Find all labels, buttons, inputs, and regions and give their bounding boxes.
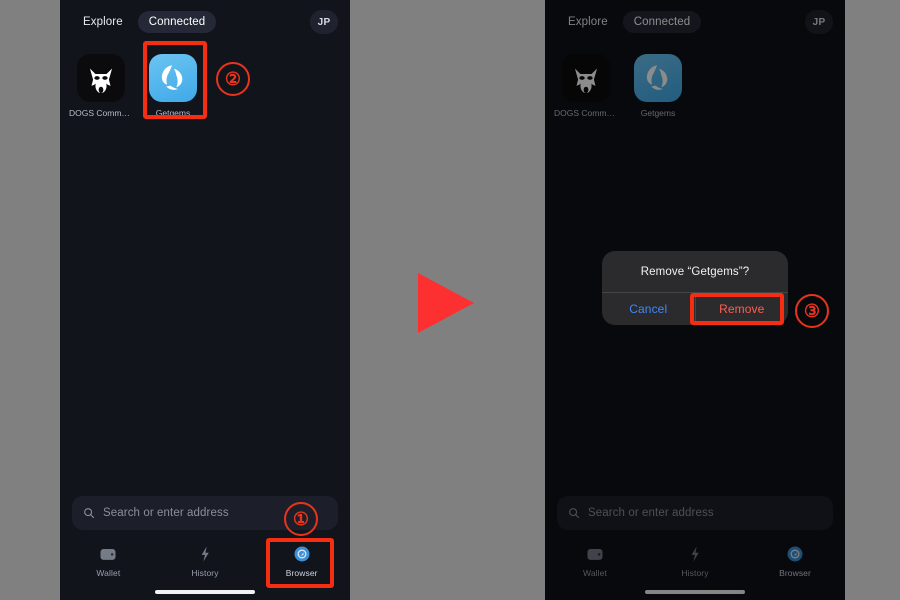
nav-label: Browser <box>779 568 811 578</box>
step-marker-2: ② <box>216 62 250 96</box>
app-tile-getgems[interactable]: Getgems <box>142 50 204 118</box>
nav-item-browser[interactable]: Browser <box>745 544 845 578</box>
nav-label: Wallet <box>96 568 121 578</box>
dogs-icon <box>77 54 125 102</box>
search-icon <box>569 508 580 519</box>
right-segmented-tabs: Explore Connected <box>557 11 702 33</box>
compass-icon <box>787 546 803 562</box>
history-icon <box>201 546 209 562</box>
transition-arrow-icon <box>418 273 474 333</box>
search-input[interactable]: Search or enter address <box>557 496 833 530</box>
nav-item-wallet[interactable]: Wallet <box>60 544 157 578</box>
dogs-icon <box>562 54 610 102</box>
nav-item-history[interactable]: History <box>157 544 254 578</box>
nav-item-wallet[interactable]: Wallet <box>545 544 645 578</box>
wallet-icon <box>100 549 116 560</box>
remove-button[interactable]: Remove <box>696 293 789 325</box>
history-icon <box>691 546 699 562</box>
step-marker-3: ③ <box>795 294 829 328</box>
left-topbar: Explore Connected JP <box>60 0 350 44</box>
left-bottom-nav: Wallet History Browser <box>60 540 350 600</box>
left-app-grid: DOGS Commu... Getgems <box>60 44 350 118</box>
nav-item-browser[interactable]: Browser <box>253 544 350 578</box>
right-bottom-nav: Wallet History Browser <box>545 540 845 600</box>
nav-label: History <box>191 568 219 578</box>
app-tile-dogs[interactable]: DOGS Commu... <box>554 50 618 118</box>
nav-label: Wallet <box>583 568 607 578</box>
right-app-grid: DOGS Commu... Getgems <box>545 44 845 118</box>
step-marker-1: ① <box>284 502 318 536</box>
remove-confirmation-dialog: Remove “Getgems”? Cancel Remove <box>602 251 788 325</box>
dialog-title: Remove “Getgems”? <box>640 266 750 278</box>
home-indicator <box>155 590 255 594</box>
search-icon <box>84 508 95 519</box>
avatar[interactable]: JP <box>805 10 833 34</box>
compass-icon <box>294 546 310 562</box>
getgems-icon <box>634 54 682 102</box>
nav-label: Browser <box>285 568 318 578</box>
search-placeholder: Search or enter address <box>588 507 714 519</box>
app-label: DOGS Commu... <box>554 108 618 118</box>
avatar[interactable]: JP <box>310 10 338 34</box>
tab-connected[interactable]: Connected <box>622 11 702 33</box>
nav-label: History <box>681 568 709 578</box>
home-indicator <box>645 590 745 594</box>
search-placeholder: Search or enter address <box>103 507 229 519</box>
left-content-spacer <box>60 118 350 496</box>
left-segmented-tabs: Explore Connected <box>72 11 217 33</box>
cancel-button[interactable]: Cancel <box>602 293 695 325</box>
tab-connected[interactable]: Connected <box>137 11 217 33</box>
right-topbar: Explore Connected JP <box>545 0 845 44</box>
getgems-icon <box>149 54 197 102</box>
dialog-actions: Cancel Remove <box>602 292 788 325</box>
wallet-icon <box>587 549 603 560</box>
tab-explore[interactable]: Explore <box>557 11 619 33</box>
app-label: Getgems <box>640 108 676 118</box>
nav-item-history[interactable]: History <box>645 544 745 578</box>
app-tile-getgems[interactable]: Getgems <box>627 50 689 118</box>
tab-explore[interactable]: Explore <box>72 11 134 33</box>
app-tile-dogs[interactable]: DOGS Commu... <box>69 50 133 118</box>
app-label: Getgems <box>155 108 191 118</box>
app-label: DOGS Commu... <box>69 108 133 118</box>
